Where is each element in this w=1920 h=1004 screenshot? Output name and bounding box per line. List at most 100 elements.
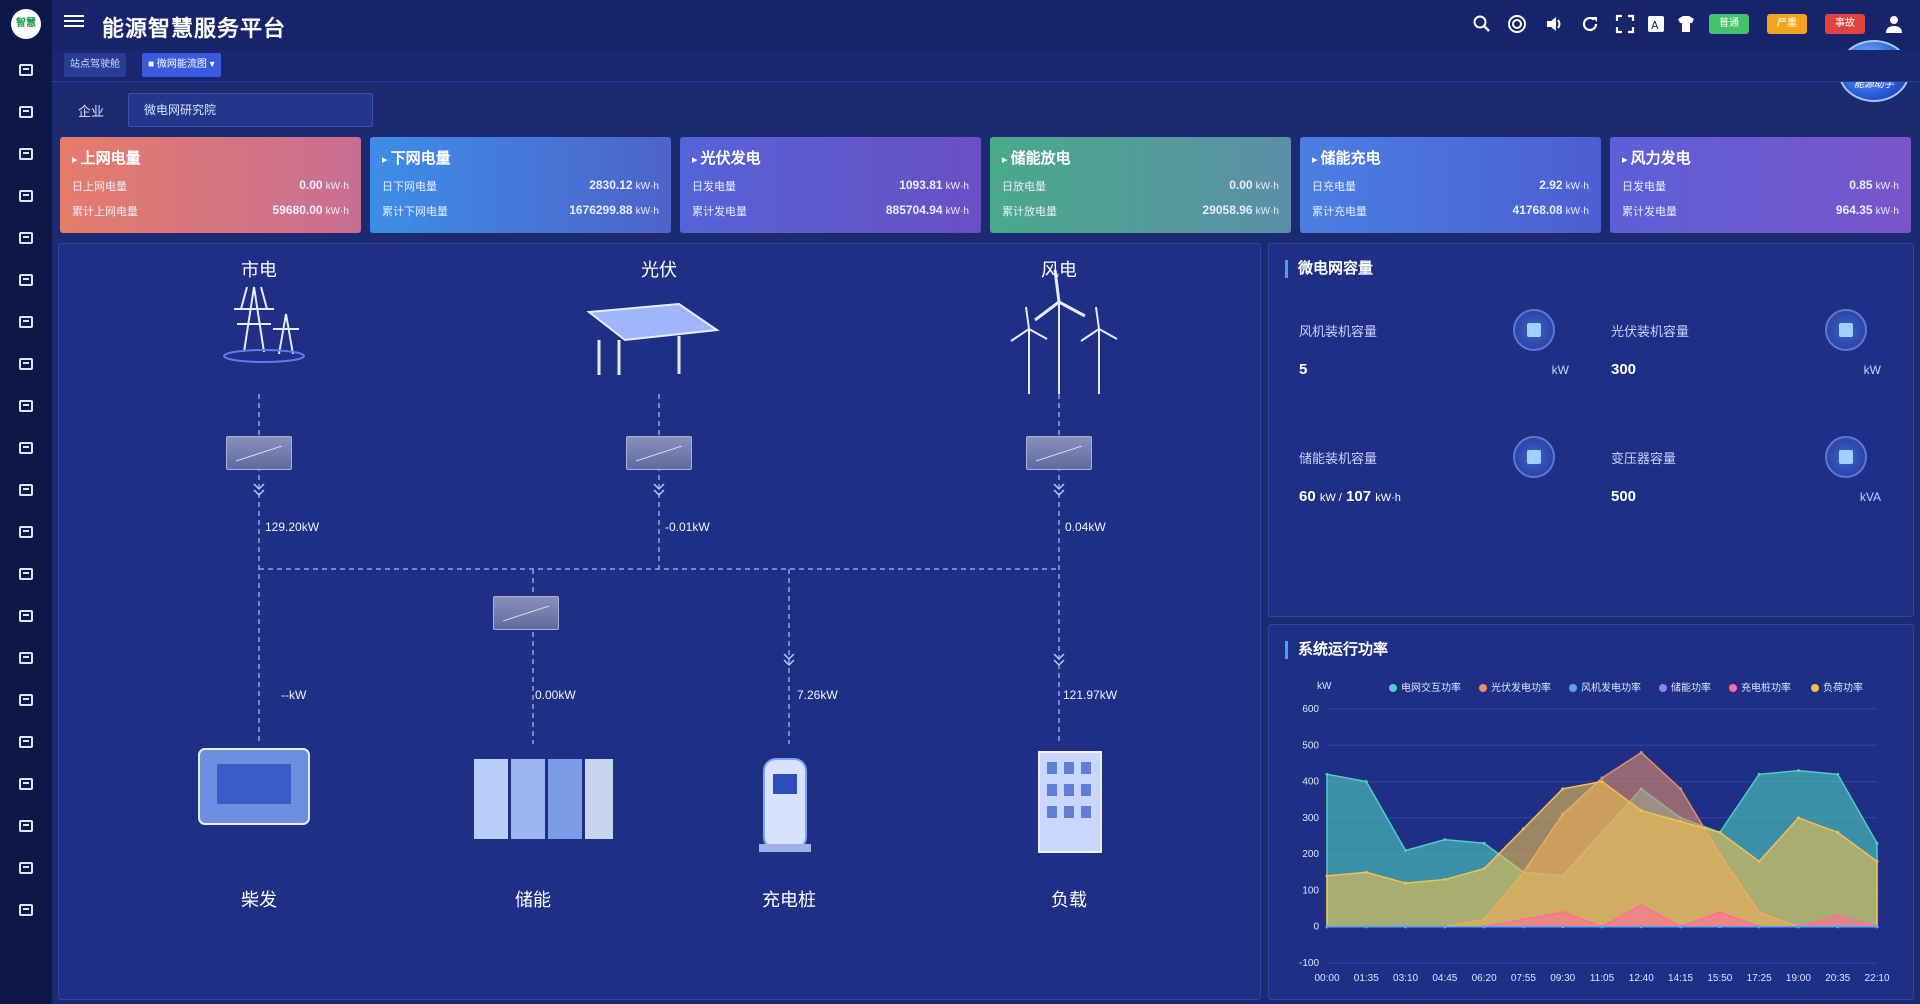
energy-flow-diagram: 市电 光伏 风电 129.20kW -0.01kW 0.04kW --kW 0.…: [58, 243, 1261, 1000]
sidebar-item-20[interactable]: [0, 854, 52, 882]
card-wind-generation: 风力发电 日发电量 0.85 kW·h 累计发电量 964.35 kW·h: [1610, 137, 1911, 233]
sidebar-item-18[interactable]: [0, 770, 52, 798]
alarm-severe-button[interactable]: 严重: [1767, 14, 1807, 34]
data-point: [1796, 816, 1800, 820]
app-title: 能源智慧服务平台: [102, 16, 287, 41]
data-point: [1600, 925, 1604, 929]
building-icon: [19, 316, 33, 328]
theme-icon[interactable]: [1676, 14, 1696, 34]
card-total-label: 累计发电量: [1622, 206, 1677, 218]
data-point: [1482, 867, 1486, 871]
card-daily-value: 0.00: [1229, 178, 1253, 192]
sidebar-item-19[interactable]: [0, 812, 52, 840]
wind-capacity-unit: kW: [1551, 363, 1569, 377]
menu-toggle-button[interactable]: [64, 12, 84, 32]
pv-capacity-label: 光伏装机容量: [1611, 324, 1690, 339]
capacity-title: 微电网容量: [1285, 260, 1373, 278]
sidebar-item-11[interactable]: [0, 476, 52, 504]
y-tick-label: 0: [1313, 922, 1319, 933]
sidebar-item-2[interactable]: [0, 98, 52, 126]
sidebar: 智慧: [0, 0, 52, 1004]
card-title: 储能放电: [1002, 147, 1279, 168]
data-point: [1443, 838, 1447, 842]
sidebar-item-9[interactable]: [0, 392, 52, 420]
alarm-normal-button[interactable]: 普通: [1709, 14, 1749, 34]
grid-power-value: 129.20kW: [265, 520, 320, 534]
card-total-value: 59680.00: [272, 203, 323, 217]
message-icon: [19, 526, 33, 538]
sidebar-item-4[interactable]: [0, 182, 52, 210]
y-tick-label: 300: [1302, 813, 1319, 824]
pv-capacity-unit: kW: [1863, 363, 1881, 377]
sidebar-item-3[interactable]: [0, 140, 52, 168]
data-point: [1836, 914, 1840, 918]
transformer-capacity: 变压器容量 500 kVA: [1611, 436, 1881, 516]
sidebar-item-8[interactable]: [0, 350, 52, 378]
device-icon: [19, 400, 33, 412]
data-point: [1639, 809, 1643, 813]
user-icon[interactable]: [1884, 14, 1904, 34]
sidebar-item-15[interactable]: [0, 644, 52, 672]
storage-capacity: 储能装机容量 60 kW / 107 kW·h: [1299, 436, 1569, 516]
data-point: [1875, 841, 1879, 845]
fullscreen-icon[interactable]: [1615, 14, 1635, 34]
data-point: [1600, 776, 1604, 780]
sidebar-item-16[interactable]: [0, 686, 52, 714]
data-point: [1718, 830, 1722, 834]
data-point: [1639, 925, 1643, 929]
data-point: [1757, 925, 1761, 929]
refresh-icon[interactable]: [1580, 14, 1600, 34]
data-point: [1364, 925, 1368, 929]
sidebar-item-7[interactable]: [0, 308, 52, 336]
card-daily-value: 0.85: [1849, 178, 1873, 192]
data-point: [1875, 925, 1879, 929]
tab-cockpit[interactable]: 站点驾驶舱: [64, 53, 126, 77]
car-icon: [19, 736, 33, 748]
enterprise-select[interactable]: 微电网研究院: [128, 93, 373, 127]
table-icon: [19, 862, 33, 874]
card-unit: kW·h: [1565, 206, 1589, 217]
globe-icon: [19, 274, 33, 286]
power-tower-icon: [223, 286, 305, 363]
warehouse-icon: [19, 694, 33, 706]
generator-power-value: --kW: [281, 688, 307, 702]
sidebar-item-17[interactable]: [0, 728, 52, 756]
translate-icon[interactable]: A: [1646, 14, 1666, 34]
alarm-accident-button[interactable]: 事故: [1825, 14, 1865, 34]
source-wind-label: 风电: [1041, 260, 1077, 280]
card-grid-import: 下网电量 日下网电量2830.12 kW·h 累计下网电量1676299.88 …: [370, 137, 671, 233]
sidebar-item-21[interactable]: [0, 896, 52, 924]
x-tick-label: 19:00: [1786, 973, 1811, 984]
card-daily-value: 1093.81: [899, 178, 943, 192]
target-icon[interactable]: [1507, 14, 1527, 34]
data-point: [1796, 925, 1800, 929]
sidebar-item-5[interactable]: [0, 224, 52, 252]
x-tick-label: 17:25: [1747, 973, 1772, 984]
sidebar-item-10[interactable]: [0, 434, 52, 462]
sidebar-item-6[interactable]: [0, 266, 52, 294]
sidebar-item-13[interactable]: [0, 560, 52, 588]
card-total-label: 累计放电量: [1002, 206, 1057, 218]
data-point: [1875, 859, 1879, 863]
tab-energy-flow[interactable]: ■ 微网能流图 ▾: [142, 53, 221, 77]
sidebar-item-14[interactable]: [0, 602, 52, 630]
transformer-capacity-value: 500: [1611, 488, 1637, 505]
x-tick-label: 07:55: [1511, 973, 1536, 984]
data-point: [1364, 780, 1368, 784]
search-icon[interactable]: [1472, 14, 1492, 34]
card-grid-export: 上网电量 日上网电量 0.00 kW·h 累计上网电量 59680.00 kW·h: [60, 137, 361, 233]
card-daily-label: 日发电量: [1622, 181, 1666, 193]
wind-capacity: 风机装机容量 5 kW: [1299, 309, 1569, 389]
data-point: [1639, 751, 1643, 755]
storage-power-unit: kW /: [1319, 492, 1342, 504]
card-title: 储能充电: [1312, 147, 1589, 168]
volume-icon[interactable]: [1544, 14, 1564, 34]
sidebar-item-12[interactable]: [0, 518, 52, 546]
card-unit: kW·h: [635, 206, 659, 217]
transformer-icon: [1825, 436, 1867, 478]
x-tick-label: 04:45: [1432, 973, 1457, 984]
load-storage-label: 储能: [515, 890, 551, 910]
solar-panel-icon: [586, 302, 720, 375]
data-point: [1404, 881, 1408, 885]
sidebar-item-1[interactable]: [0, 56, 52, 84]
